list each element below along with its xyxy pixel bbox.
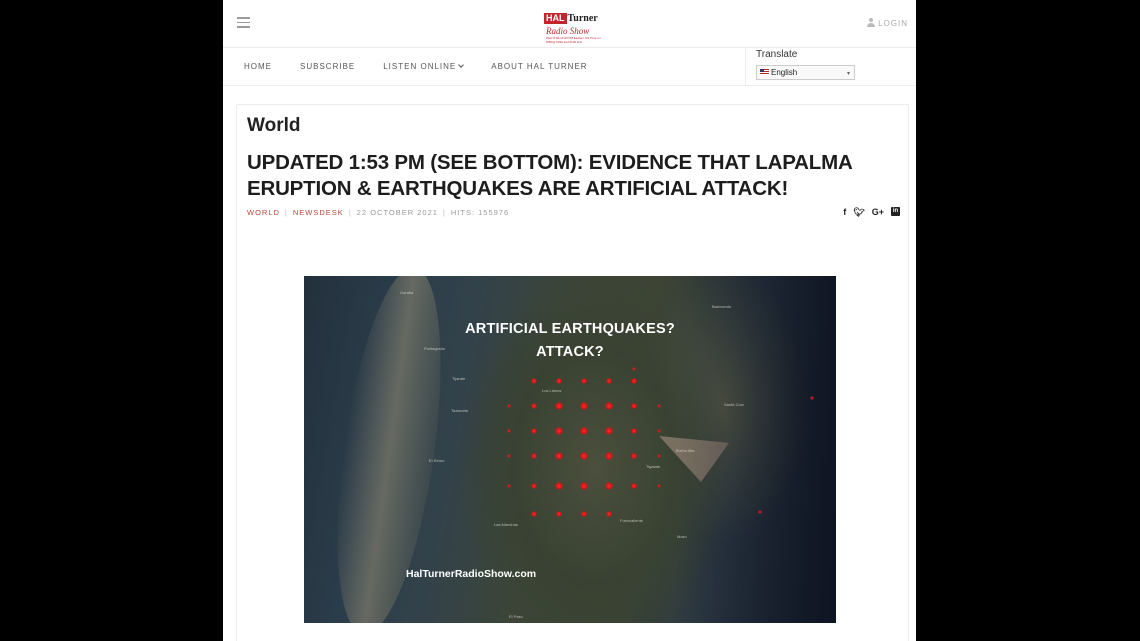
map-place-label: Garafía (400, 290, 414, 295)
map-place-label: Barlovento (712, 304, 732, 309)
chevron-down-icon (458, 62, 465, 68)
twitter-icon[interactable]: 🐦︎ (853, 207, 864, 218)
earthquake-dot (657, 484, 661, 488)
nav-subscribe[interactable]: SUBSCRIBE (300, 62, 355, 71)
linkedin-icon[interactable]: in (891, 207, 900, 216)
meta-separator: | (442, 208, 446, 217)
meta-author[interactable]: NEWSDESK (293, 208, 344, 217)
map-place-label: El Paso (509, 614, 523, 619)
nav-listen-online-label: LISTEN ONLINE (383, 62, 457, 71)
nav-listen-online[interactable]: LISTEN ONLINE (383, 62, 465, 71)
earthquake-dot (555, 452, 563, 460)
earthquake-dot (580, 452, 588, 460)
language-selected: English (771, 68, 798, 77)
earthquake-dot (605, 402, 613, 410)
earthquake-dot (657, 429, 661, 433)
earthquake-dot (580, 482, 588, 490)
earthquake-dot (605, 452, 613, 460)
logo-fine-print: WLP 8:00-10:00 PM Eastern US Time on WBC… (546, 36, 601, 44)
user-icon (867, 18, 876, 27)
meta-date: 22 OCTOBER 2021 (356, 208, 438, 217)
earthquake-dot (631, 403, 637, 409)
earthquake-dot (555, 427, 563, 435)
page: HAL Turner Radio Show WLP 8:00-10:00 PM E… (223, 0, 916, 641)
earthquake-dot (631, 378, 637, 384)
earthquake-dot (657, 404, 661, 408)
map-place-label: El Remo (429, 458, 445, 463)
article-meta: WORLD | NEWSDESK | 22 OCTOBER 2021 | HITS: 155… (247, 208, 509, 217)
earthquake-dot (531, 511, 537, 517)
earthquake-dot (556, 511, 562, 517)
image-watermark: HalTurnerRadioShow.com (406, 568, 537, 580)
earthquake-dot (531, 378, 537, 384)
article-headline[interactable]: UPDATED 1:53 PM (SEE BOTTOM): EVIDENCE T… (247, 150, 887, 202)
earthquake-dot (605, 482, 613, 490)
earthquake-dot (810, 396, 814, 400)
earthquake-dot (631, 483, 637, 489)
site-logo[interactable]: HAL Turner Radio Show WLP 8:00-10:00 PM E… (544, 8, 604, 44)
top-header: HAL Turner Radio Show WLP 8:00-10:00 PM E… (223, 0, 916, 48)
earthquake-dot (606, 511, 612, 517)
nav-about[interactable]: ABOUT HAL TURNER (491, 62, 587, 71)
earthquake-dot (758, 510, 762, 514)
meta-hits: HITS: 155976 (450, 208, 510, 217)
image-title: ARTIFICIAL EARTHQUAKES? ATTACK? (304, 318, 836, 364)
map-place-label: Fuencaliente (620, 518, 643, 523)
category-title: World (247, 115, 301, 136)
earthquake-dot (657, 454, 661, 458)
facebook-icon[interactable]: f (843, 207, 846, 218)
meta-separator: | (348, 208, 352, 217)
translate-widget: Translate English ▾ (745, 48, 916, 86)
earthquake-dot (581, 511, 587, 517)
google-plus-icon[interactable]: G+ (872, 207, 884, 218)
logo-radio-show: Radio Show (546, 26, 590, 36)
map-place-label: Tijarafe (452, 376, 466, 381)
earthquake-dot (556, 378, 562, 384)
earthquake-dot (531, 403, 537, 409)
earthquake-dot (632, 367, 636, 371)
earthquake-dot (507, 429, 511, 433)
us-flag-icon (760, 69, 769, 75)
earthquake-dot (580, 402, 588, 410)
login-label: LOGIN (878, 19, 908, 28)
earthquake-dot (581, 378, 587, 384)
meta-separator: | (284, 208, 288, 217)
image-title-line2: ATTACK? (536, 344, 604, 360)
earthquake-dot (631, 428, 637, 434)
earthquake-dot (531, 483, 537, 489)
language-select[interactable]: English ▾ (756, 65, 855, 80)
earthquake-dot (531, 453, 537, 459)
article-image: Garafía Barlovento Puntagorda Tijarafe L… (304, 276, 836, 623)
social-share: f 🐦︎ G+ in (843, 207, 900, 218)
earthquake-dot (507, 404, 511, 408)
earthquake-dot (580, 427, 588, 435)
earthquake-dot (507, 484, 511, 488)
translate-label: Translate (756, 49, 798, 60)
map-place-label: Santa Cruz (724, 402, 745, 407)
earthquake-dot (555, 402, 563, 410)
dropdown-arrow-icon: ▾ (846, 71, 850, 77)
map-place-label: Breña Alta (676, 448, 695, 453)
login-link[interactable]: LOGIN (867, 18, 908, 28)
map-place-label: Tigalate (646, 464, 661, 469)
logo-turner: Turner (567, 13, 598, 24)
earthquake-dot (507, 454, 511, 458)
earthquake-dot (555, 482, 563, 490)
meta-category[interactable]: WORLD (247, 208, 280, 217)
earthquake-dot (631, 453, 637, 459)
earthquake-dot (605, 427, 613, 435)
image-title-line1: ARTIFICIAL EARTHQUAKES? (465, 321, 675, 337)
map-place-label: Los Llanos (542, 388, 562, 393)
menu-icon[interactable] (237, 17, 250, 28)
article-card: World UPDATED 1:53 PM (SEE BOTTOM): EVID… (236, 104, 909, 641)
earthquake-dot (531, 428, 537, 434)
map-place-label: Tazacorte (451, 408, 469, 413)
earthquake-dot (606, 378, 612, 384)
map-place-label: Las Manchas (494, 522, 518, 527)
nav-home[interactable]: HOME (244, 62, 272, 71)
logo-hal: HAL (544, 13, 567, 24)
map-place-label: Mazo (677, 534, 687, 539)
